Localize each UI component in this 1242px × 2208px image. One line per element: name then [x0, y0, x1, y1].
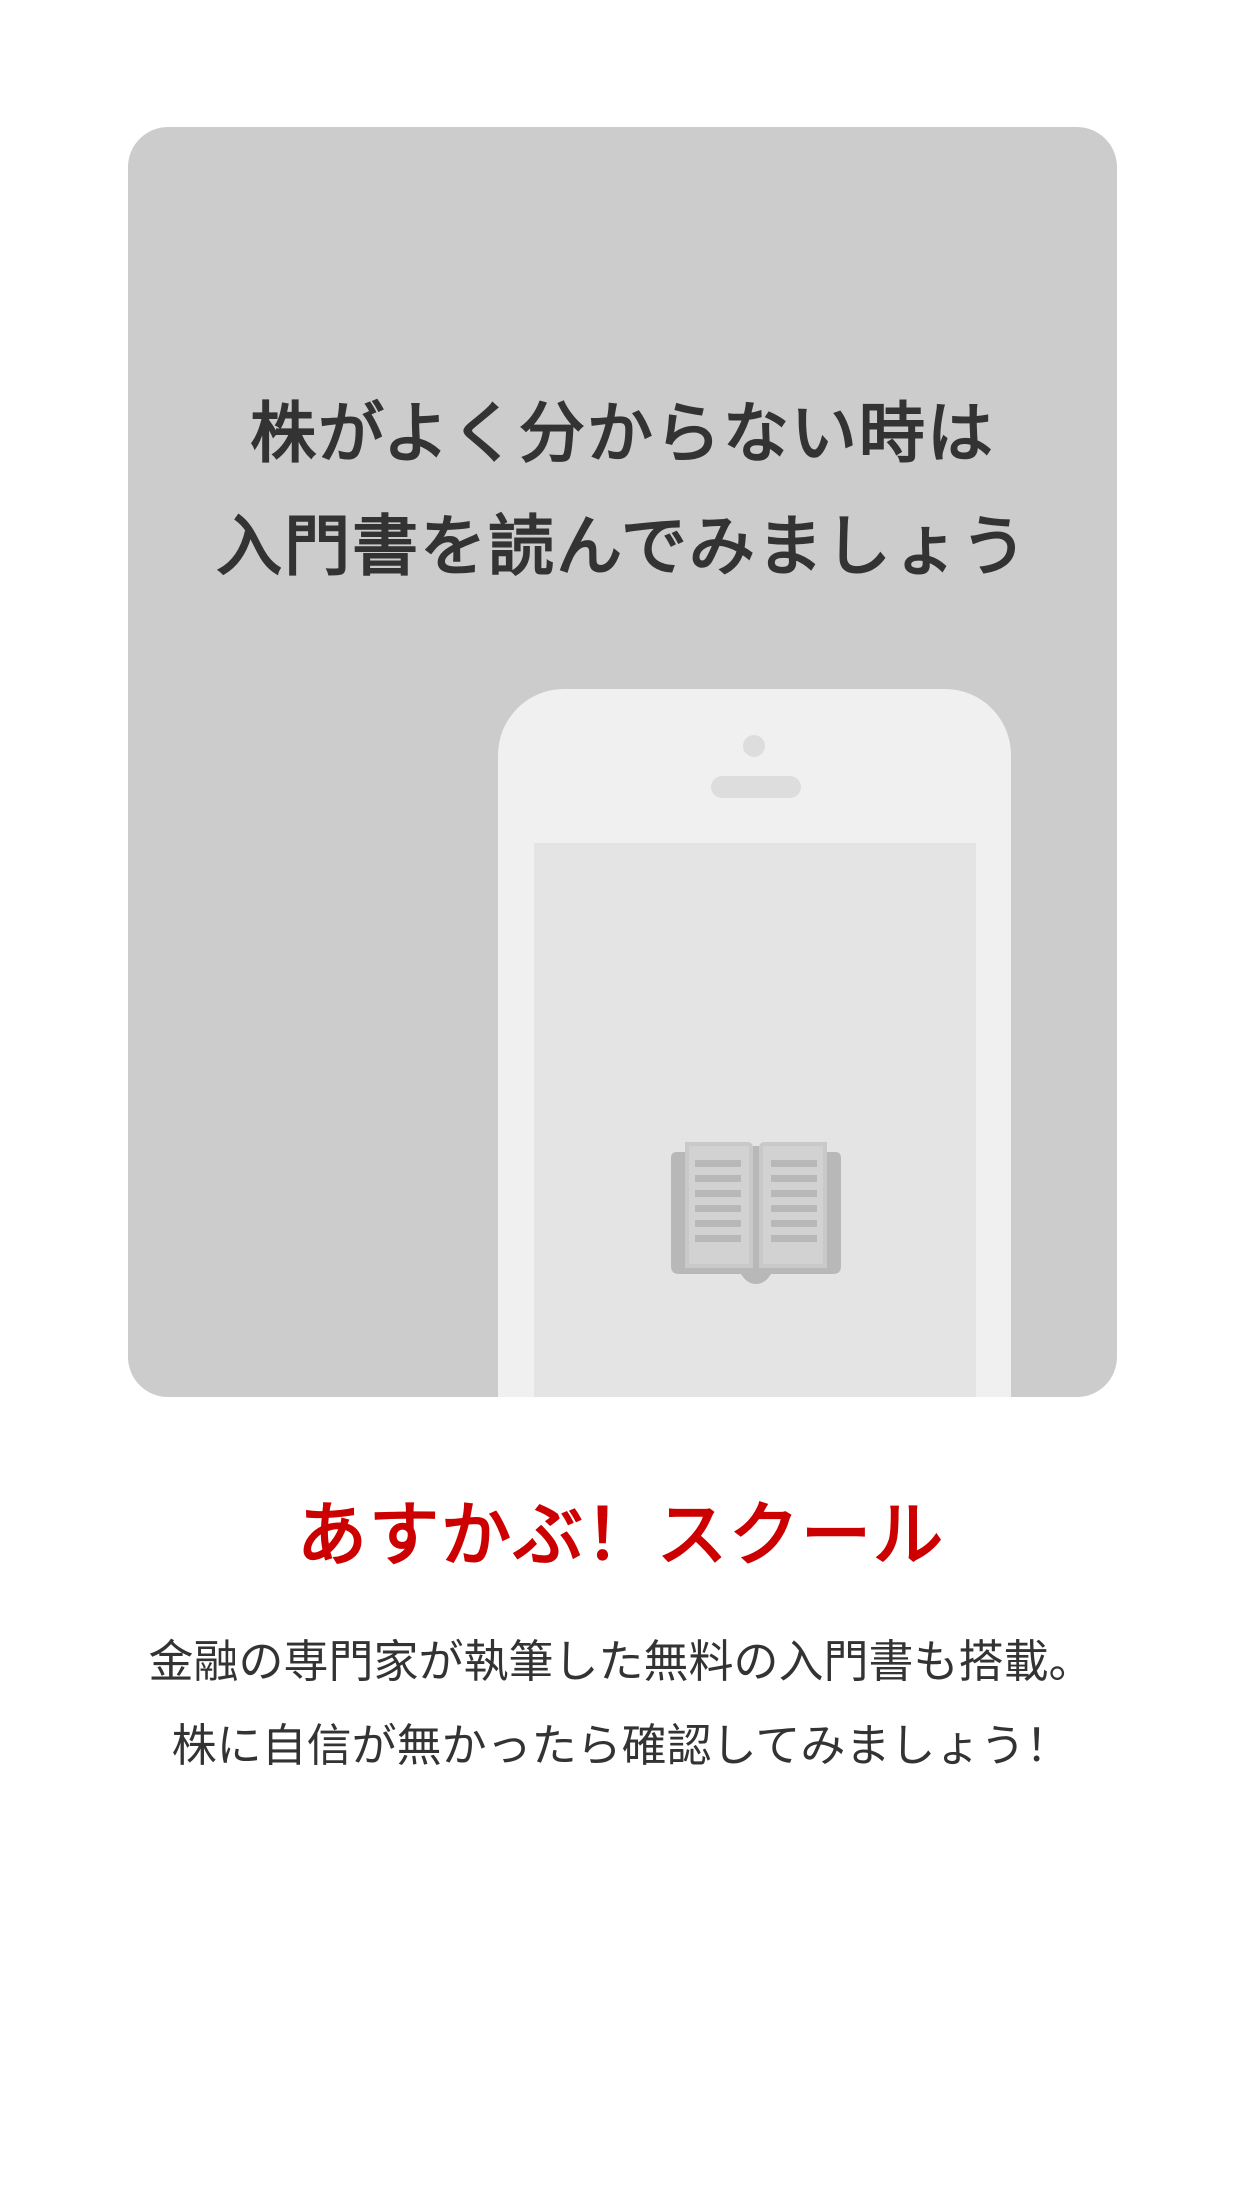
hero-title-line-1: 株がよく分からない時は [250, 395, 995, 472]
phone-screen [534, 843, 976, 1397]
phone-speaker [711, 776, 801, 798]
feature-description: 金融の専門家が執筆した無料の入門書も搭載。 株に自信が無かったら確認してみましょ… [60, 1620, 1182, 1788]
description-line-2: 株に自信が無かったら確認してみましょう！ [171, 1719, 1071, 1772]
phone-camera [743, 735, 765, 757]
hero-title-line-2: 入門書を読んでみましょう [216, 508, 1029, 585]
description-line-1: 金融の専門家が執筆した無料の入門書も搭載。 [148, 1635, 1094, 1688]
open-book-icon [671, 1142, 841, 1284]
hero-title: 株がよく分からない時は 入門書を読んでみましょう [128, 377, 1117, 603]
hero-card: 株がよく分からない時は 入門書を読んでみましょう [128, 127, 1117, 1397]
feature-title: あすかぶ！スクール [297, 1494, 945, 1576]
promo-screen: 株がよく分からない時は 入門書を読んでみましょう あすかぶ！スクール 金融の専門… [0, 0, 1242, 2208]
phone-illustration [498, 689, 1011, 1397]
